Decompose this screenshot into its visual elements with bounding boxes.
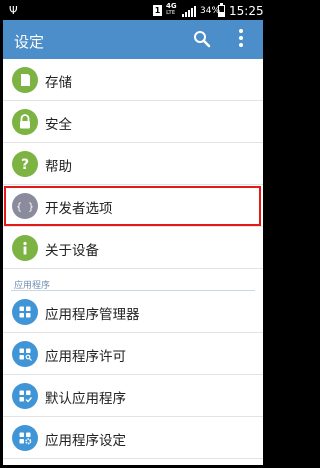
list-item-label: 应用程序设定 — [45, 433, 126, 449]
list-item-label: 应用程序管理器 — [45, 307, 140, 323]
status-bar: Ψ 1 4G LTE 34% 15:25 — [3, 3, 263, 20]
list-item-label: 存储 — [45, 75, 72, 91]
storage-icon — [12, 67, 38, 93]
list-item-label: 帮助 — [45, 159, 72, 175]
list-item-label: 关于设备 — [45, 243, 99, 259]
app-grid-icon — [12, 299, 38, 325]
list-item-about-device[interactable]: 关于设备 — [3, 227, 263, 269]
highlight-box — [4, 186, 261, 226]
list-item-security[interactable]: 安全 — [3, 101, 263, 143]
page-title: 设定 — [14, 33, 45, 51]
list-item-storage[interactable]: 存储 — [3, 59, 263, 101]
sim-indicator: 1 — [153, 5, 162, 16]
network-type: 4G — [166, 3, 177, 10]
list-item-help[interactable]: ? 帮助 — [3, 143, 263, 185]
list-item-label: 安全 — [45, 117, 72, 133]
usb-icon: Ψ — [9, 4, 18, 17]
app-grid-key-icon — [12, 341, 38, 367]
list-item-app-manager[interactable]: 应用程序管理器 — [3, 291, 263, 333]
list-item-developer-options[interactable]: { } 开发者选项 — [3, 185, 263, 227]
search-icon[interactable] — [193, 30, 211, 48]
list-item-label: 默认应用程序 — [45, 391, 126, 407]
list-item-label: 应用程序许可 — [45, 349, 126, 365]
svg-text:?: ? — [21, 157, 29, 173]
battery-percentage: 34% — [200, 6, 221, 16]
app-grid-check-icon — [12, 383, 38, 409]
screen: Ψ 1 4G LTE 34% 15:25 设定 存储 安全 ? 帮助 {} 开… — [3, 3, 263, 465]
clock: 15:25 — [229, 4, 263, 18]
app-grid-gear-icon — [12, 425, 38, 451]
list-item-app-settings[interactable]: 应用程序设定 — [3, 417, 263, 459]
more-vertical-icon[interactable] — [238, 29, 244, 51]
signal-icon — [182, 6, 196, 17]
settings-list: 存储 安全 ? 帮助 {} 开发者选项 关于设备 应用程序 应用程序管理器 应… — [3, 59, 263, 459]
list-item-app-permissions[interactable]: 应用程序许可 — [3, 333, 263, 375]
help-icon: ? — [12, 151, 38, 177]
network-subtype: LTE — [166, 10, 176, 16]
app-bar: 设定 — [3, 20, 263, 59]
info-icon — [12, 235, 38, 261]
section-header-apps: 应用程序 — [3, 269, 263, 291]
device-frame: Ψ 1 4G LTE 34% 15:25 设定 存储 安全 ? 帮助 {} 开… — [0, 0, 266, 468]
network-indicator: 4G LTE — [166, 3, 177, 17]
list-item-default-apps[interactable]: 默认应用程序 — [3, 375, 263, 417]
battery-icon — [218, 3, 225, 17]
lock-icon — [12, 109, 38, 135]
